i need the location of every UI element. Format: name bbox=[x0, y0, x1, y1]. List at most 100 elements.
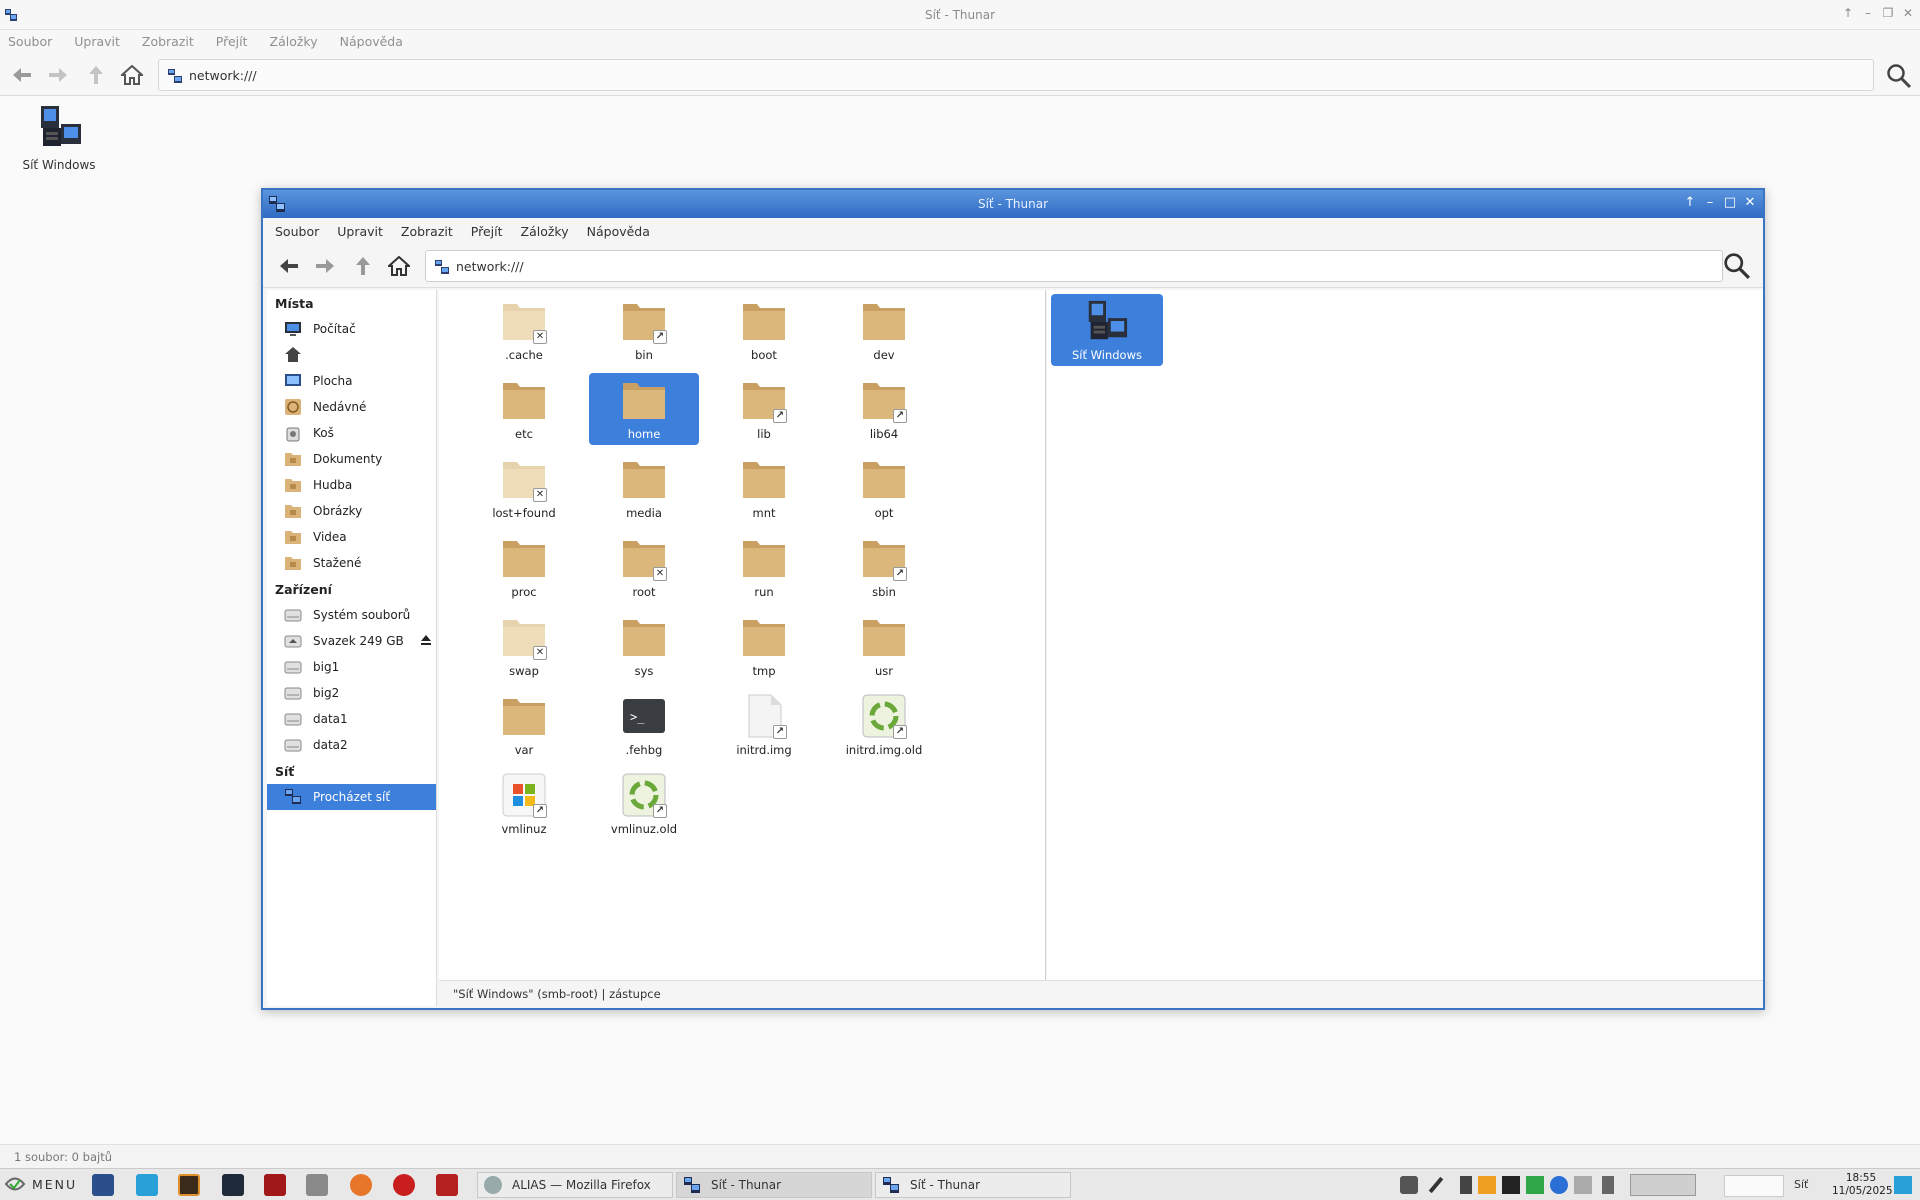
minimize-icon[interactable]: – bbox=[1860, 6, 1876, 20]
menu-zalozky[interactable]: Záložky bbox=[521, 218, 569, 244]
location-bar[interactable]: network:/// bbox=[158, 59, 1874, 91]
forward-button[interactable] bbox=[313, 254, 337, 278]
folder-item[interactable]: usr bbox=[829, 610, 939, 682]
folder-item[interactable]: proc bbox=[469, 531, 579, 603]
sidebar-item-data2[interactable]: data2 bbox=[267, 732, 436, 758]
file-item[interactable]: ↗ vmlinuz bbox=[469, 768, 579, 840]
menu-upravit[interactable]: Upravit bbox=[337, 218, 383, 244]
window-titlebar[interactable]: Síť - Thunar ↑ – □ ✕ bbox=[263, 190, 1763, 218]
forward-button[interactable] bbox=[46, 63, 70, 87]
launcher-terminal-icon[interactable] bbox=[222, 1174, 244, 1196]
back-button[interactable] bbox=[10, 63, 34, 87]
close-icon[interactable]: ✕ bbox=[1900, 6, 1916, 20]
app-tray-icon-1[interactable] bbox=[1478, 1176, 1496, 1194]
restore-icon[interactable]: ❐ bbox=[1880, 6, 1896, 20]
task-thunar-2[interactable]: Síť - Thunar bbox=[875, 1172, 1071, 1198]
location-bar[interactable]: network:/// bbox=[425, 250, 1723, 282]
sidebar-item-nedávné[interactable]: Nedávné bbox=[267, 394, 436, 420]
menu-prejit[interactable]: Přejít bbox=[216, 30, 256, 54]
start-menu-button[interactable]: MENU bbox=[4, 1175, 77, 1193]
sidebar-item-stažené[interactable]: Stažené bbox=[267, 550, 436, 576]
search-icon[interactable] bbox=[1723, 252, 1751, 280]
launcher-firefox-icon[interactable] bbox=[350, 1174, 372, 1196]
folder-item[interactable]: etc bbox=[469, 373, 579, 445]
eject-icon[interactable] bbox=[420, 634, 432, 649]
folder-item[interactable]: dev bbox=[829, 294, 939, 366]
menu-zobrazit[interactable]: Zobrazit bbox=[142, 30, 202, 54]
folder-item[interactable]: ✕ swap bbox=[469, 610, 579, 682]
launcher-calculator-icon[interactable] bbox=[306, 1174, 328, 1196]
back-button[interactable] bbox=[277, 254, 301, 278]
maximize-icon[interactable]: □ bbox=[1721, 194, 1739, 212]
launcher-app-icon[interactable] bbox=[178, 1174, 200, 1196]
file-item[interactable]: >_ .fehbg bbox=[589, 689, 699, 761]
launcher-desktop-icon[interactable] bbox=[92, 1174, 114, 1196]
task-firefox[interactable]: ALIAS — Mozilla Firefox bbox=[477, 1172, 673, 1198]
minimize-icon[interactable]: – bbox=[1701, 194, 1719, 212]
sidebar-item-svazek-249-gb[interactable]: Svazek 249 GB bbox=[267, 628, 436, 654]
menu-prejit[interactable]: Přejít bbox=[471, 218, 503, 244]
sidebar-item-obrázky[interactable]: Obrázky bbox=[267, 498, 436, 524]
folder-item[interactable]: boot bbox=[709, 294, 819, 366]
app-tray-icon-2[interactable] bbox=[1502, 1176, 1520, 1194]
sidebar-item-systém-souborů[interactable]: Systém souborů bbox=[267, 602, 436, 628]
menu-zalozky[interactable]: Záložky bbox=[270, 30, 326, 54]
clipboard-icon[interactable] bbox=[1460, 1176, 1472, 1194]
sidebar-item-koš[interactable]: Koš bbox=[267, 420, 436, 446]
folder-item[interactable]: ✕ root bbox=[589, 531, 699, 603]
sidebar-item-procházet-síť[interactable]: Procházet síť bbox=[267, 784, 436, 810]
up-button[interactable] bbox=[84, 63, 108, 87]
sidebar-item-big2[interactable]: big2 bbox=[267, 680, 436, 706]
folder-item[interactable]: ↗ bin bbox=[589, 294, 699, 366]
sidebar-item-hudba[interactable]: Hudba bbox=[267, 472, 436, 498]
sidebar-item-home[interactable] bbox=[267, 342, 436, 368]
network-item-windows[interactable]: Síť Windows bbox=[1051, 294, 1163, 366]
sidebar-item-videa[interactable]: Videa bbox=[267, 524, 436, 550]
folder-item[interactable]: opt bbox=[829, 452, 939, 524]
eject-tray-icon[interactable] bbox=[1574, 1176, 1592, 1194]
app-tray-icon-3[interactable] bbox=[1526, 1176, 1544, 1194]
file-item[interactable]: ↗ initrd.img bbox=[709, 689, 819, 761]
home-button[interactable] bbox=[387, 254, 411, 278]
folder-item[interactable]: mnt bbox=[709, 452, 819, 524]
shade-icon[interactable]: ↑ bbox=[1681, 194, 1699, 212]
sidebar-item-plocha[interactable]: Plocha bbox=[267, 368, 436, 394]
menu-upravit[interactable]: Upravit bbox=[74, 30, 128, 54]
up-button[interactable] bbox=[351, 254, 375, 278]
battery-icon[interactable] bbox=[1602, 1176, 1614, 1194]
folder-item[interactable]: home bbox=[589, 373, 699, 445]
folder-item[interactable]: media bbox=[589, 452, 699, 524]
pen-icon[interactable] bbox=[1428, 1176, 1444, 1194]
sidebar-item-big1[interactable]: big1 bbox=[267, 654, 436, 680]
search-icon[interactable] bbox=[1886, 63, 1912, 89]
task-thunar-1[interactable]: Síť - Thunar bbox=[676, 1172, 872, 1198]
bluetooth-icon[interactable] bbox=[1550, 1176, 1568, 1194]
folder-item[interactable]: ↗ sbin bbox=[829, 531, 939, 603]
show-desktop-icon[interactable] bbox=[1894, 1176, 1912, 1194]
launcher-red-app-icon[interactable] bbox=[264, 1174, 286, 1196]
launcher-opera-icon[interactable] bbox=[393, 1174, 415, 1196]
sidebar-item-počítač[interactable]: Počítač bbox=[267, 316, 436, 342]
volume-icon[interactable] bbox=[1400, 1176, 1418, 1194]
menu-napoveda[interactable]: Nápověda bbox=[587, 218, 650, 244]
launcher-pdf-icon[interactable] bbox=[436, 1174, 458, 1196]
folder-item[interactable]: sys bbox=[589, 610, 699, 682]
folder-item[interactable]: ↗ lib bbox=[709, 373, 819, 445]
close-icon[interactable]: ✕ bbox=[1741, 194, 1759, 212]
network-item-windows[interactable]: Síť Windows bbox=[18, 104, 100, 172]
file-item[interactable]: ↗ initrd.img.old bbox=[829, 689, 939, 761]
file-item[interactable]: ↗ vmlinuz.old bbox=[589, 768, 699, 840]
sidebar-item-data1[interactable]: data1 bbox=[267, 706, 436, 732]
network-label[interactable]: Síť bbox=[1794, 1178, 1808, 1191]
folder-item[interactable]: var bbox=[469, 689, 579, 761]
shade-icon[interactable]: ↑ bbox=[1840, 6, 1856, 20]
menu-soubor[interactable]: Soubor bbox=[8, 30, 60, 54]
sidebar-item-dokumenty[interactable]: Dokumenty bbox=[267, 446, 436, 472]
home-button[interactable] bbox=[120, 63, 144, 87]
folder-item[interactable]: ✕ .cache bbox=[469, 294, 579, 366]
folder-item[interactable]: ✕ lost+found bbox=[469, 452, 579, 524]
menu-zobrazit[interactable]: Zobrazit bbox=[401, 218, 453, 244]
clock[interactable]: 18:55 11/05/2025 bbox=[1832, 1172, 1893, 1198]
folder-item[interactable]: ↗ lib64 bbox=[829, 373, 939, 445]
launcher-files-icon[interactable] bbox=[136, 1174, 158, 1196]
